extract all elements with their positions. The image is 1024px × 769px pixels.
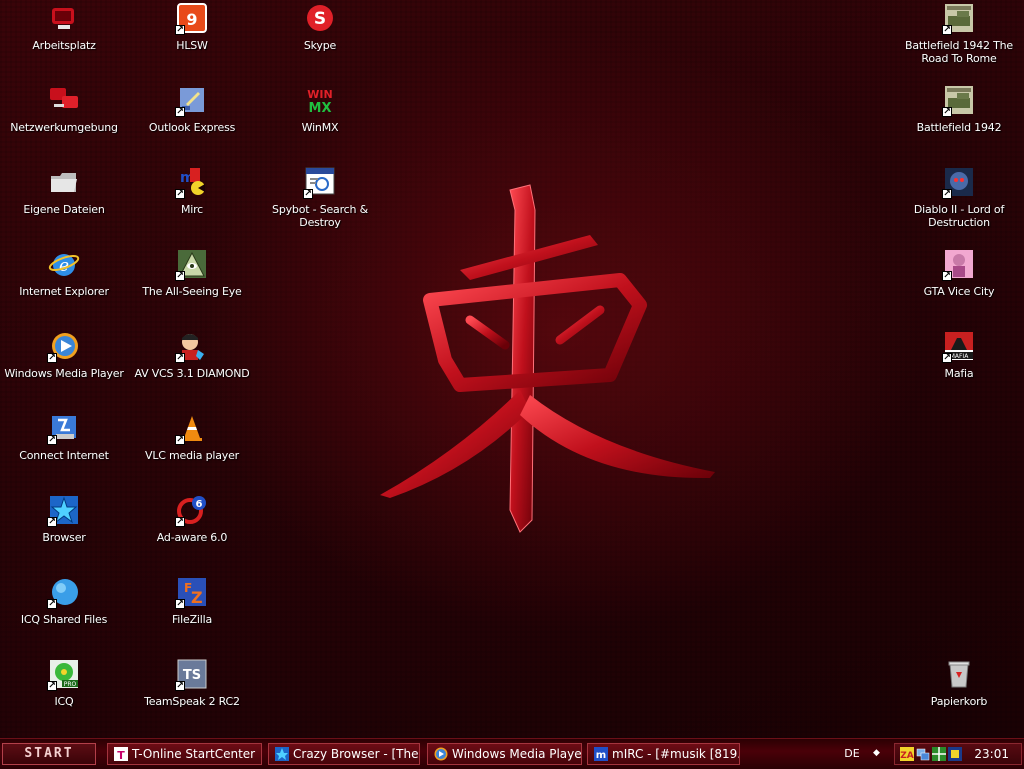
grid-tray-icon[interactable] bbox=[932, 747, 946, 761]
network-tray-icon[interactable] bbox=[916, 747, 930, 761]
network-icon bbox=[50, 88, 78, 108]
battlefield-1942-icon[interactable]: ↗ Battlefield 1942 bbox=[896, 84, 1022, 134]
shortcut-arrow-icon: ↗ bbox=[942, 25, 952, 35]
start-button[interactable]: START bbox=[2, 743, 96, 765]
shortcut-arrow-icon: ↗ bbox=[47, 599, 57, 609]
system-tray: ZA 23:01 bbox=[894, 743, 1022, 765]
winmx-icon[interactable]: WIN MX WinMX bbox=[257, 84, 383, 134]
svg-text:S: S bbox=[314, 9, 326, 29]
shortcut-arrow-icon: ↗ bbox=[47, 681, 57, 691]
recycle-bin-icon bbox=[948, 661, 970, 688]
shortcut-arrow-icon: ↗ bbox=[47, 517, 57, 527]
mafia-icon[interactable]: MAFIA ↗ Mafia bbox=[896, 330, 1022, 380]
shortcut-arrow-icon: ↗ bbox=[303, 189, 313, 199]
svg-text:MX: MX bbox=[309, 101, 332, 116]
ie-icon: e bbox=[48, 254, 80, 276]
svg-text:6: 6 bbox=[196, 499, 203, 510]
desktop[interactable]: Arbeitsplatz Netzwerkumgebung Eigene Dat… bbox=[0, 0, 1024, 738]
svg-text:MAFIA: MAFIA bbox=[950, 353, 970, 360]
outlook-express-icon[interactable]: ↗ Outlook Express bbox=[129, 84, 255, 134]
gta-vice-city-icon[interactable]: ↗ GTA Vice City bbox=[896, 248, 1022, 298]
icq-shared-files-icon[interactable]: ↗ ICQ Shared Files bbox=[1, 576, 127, 626]
svg-text:TS: TS bbox=[183, 668, 201, 683]
skype-icon-image: S bbox=[307, 5, 333, 31]
diablo-icon[interactable]: ↗ Diablo II - Lord of Destruction bbox=[896, 166, 1022, 229]
computer-icon bbox=[52, 8, 74, 29]
shortcut-arrow-icon: ↗ bbox=[942, 353, 952, 363]
papierkorb-icon[interactable]: Papierkorb bbox=[896, 658, 1022, 708]
shortcut-arrow-icon: ↗ bbox=[47, 353, 57, 363]
icq-icon[interactable]: PRO ↗ ICQ bbox=[1, 658, 127, 708]
taskbar: START T T-Online StartCenter Crazy Brows… bbox=[0, 738, 1024, 769]
mirc-icon[interactable]: m ↗ Mirc bbox=[129, 166, 255, 216]
shortcut-arrow-icon: ↗ bbox=[175, 271, 185, 281]
svg-text:9: 9 bbox=[186, 10, 197, 29]
shortcut-arrow-icon: ↗ bbox=[175, 107, 185, 117]
spybot-icon[interactable]: ↗ Spybot - Search & Destroy bbox=[257, 166, 383, 229]
teamspeak-icon[interactable]: TS ↗ TeamSpeak 2 RC2 bbox=[129, 658, 255, 708]
vlc-icon[interactable]: ↗ VLC media player bbox=[129, 412, 255, 462]
task-windows-media-player[interactable]: Windows Media Player bbox=[427, 743, 582, 765]
folder-icon bbox=[51, 173, 77, 192]
hlsw-icon[interactable]: 9 ↗ HLSW bbox=[129, 2, 255, 52]
filezilla-icon[interactable]: F Z ↗ FileZilla bbox=[129, 576, 255, 626]
netzwerkumgebung-icon[interactable]: Netzwerkumgebung bbox=[1, 84, 127, 134]
shortcut-arrow-icon: ↗ bbox=[175, 517, 185, 527]
connect-internet-icon[interactable]: ↗ Connect Internet bbox=[1, 412, 127, 462]
shortcut-arrow-icon: ↗ bbox=[47, 435, 57, 445]
clock[interactable]: 23:01 bbox=[974, 746, 1009, 762]
shortcut-arrow-icon: ↗ bbox=[175, 435, 185, 445]
shortcut-arrow-icon: ↗ bbox=[175, 189, 185, 199]
shortcut-arrow-icon: ↗ bbox=[175, 353, 185, 363]
language-indicator[interactable]: DE bbox=[842, 746, 862, 762]
wallpaper-glyph-image bbox=[380, 184, 715, 533]
browser-icon[interactable]: ↗ Browser bbox=[1, 494, 127, 544]
shortcut-arrow-icon: ↗ bbox=[942, 271, 952, 281]
monitor-tray-icon[interactable] bbox=[948, 747, 962, 761]
eigene-dateien-icon[interactable]: Eigene Dateien bbox=[1, 166, 127, 216]
battlefield-road-to-rome-icon[interactable]: ↗ Battlefield 1942 The Road To Rome bbox=[896, 2, 1022, 65]
task-mirc[interactable]: m mIRC - [#musik [819... bbox=[587, 743, 740, 765]
task-t-online[interactable]: T T-Online StartCenter bbox=[107, 743, 262, 765]
shortcut-arrow-icon: ↗ bbox=[175, 599, 185, 609]
svg-text:PRO: PRO bbox=[64, 681, 77, 688]
av-vcs-icon[interactable]: ↗ AV VCS 3.1 DIAMOND bbox=[129, 330, 255, 380]
shortcut-arrow-icon: ↗ bbox=[942, 189, 952, 199]
svg-text:m: m bbox=[596, 750, 606, 761]
t-online-icon: T bbox=[114, 747, 128, 761]
browser-star-icon bbox=[275, 747, 289, 761]
shortcut-arrow-icon: ↗ bbox=[942, 107, 952, 117]
svg-text:ZA: ZA bbox=[900, 751, 914, 761]
winmx-icon-image: WINMX bbox=[307, 88, 332, 116]
svg-text:Z: Z bbox=[191, 588, 203, 607]
svg-text:WIN: WIN bbox=[307, 88, 332, 101]
ad-aware-icon[interactable]: 6 ↗ Ad-aware 6.0 bbox=[129, 494, 255, 544]
task-crazy-browser[interactable]: Crazy Browser - [The... bbox=[268, 743, 420, 765]
skype-icon[interactable]: S Skype bbox=[257, 2, 383, 52]
mirc-icon: m bbox=[594, 747, 608, 761]
zonealarm-icon[interactable]: ZA bbox=[900, 747, 914, 761]
internet-explorer-icon[interactable]: e Internet Explorer bbox=[1, 248, 127, 298]
windows-media-player-icon[interactable]: ↗ Windows Media Player bbox=[1, 330, 127, 380]
svg-text:T: T bbox=[117, 749, 125, 761]
all-seeing-eye-icon[interactable]: ↗ The All-Seeing Eye bbox=[129, 248, 255, 298]
shortcut-arrow-icon: ↗ bbox=[175, 25, 185, 35]
arbeitsplatz-icon[interactable]: Arbeitsplatz bbox=[1, 2, 127, 52]
tray-expand-icon[interactable]: ◆ bbox=[873, 748, 883, 758]
shortcut-arrow-icon: ↗ bbox=[175, 681, 185, 691]
wmp-icon bbox=[434, 747, 448, 761]
